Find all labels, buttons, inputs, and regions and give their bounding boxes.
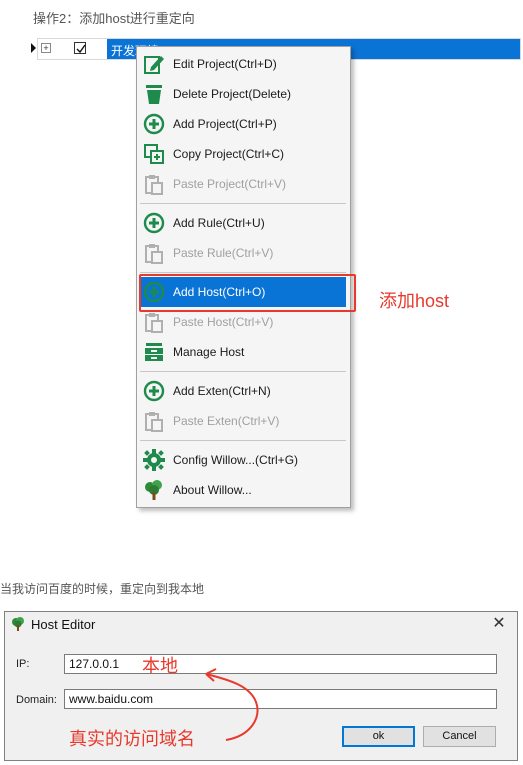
ip-label: IP: [16, 658, 30, 670]
menu-item-label: Add Rule(Ctrl+U) [173, 216, 265, 230]
row-pointer-icon [31, 43, 36, 53]
menu-item-about-willow[interactable]: About Willow... [140, 475, 346, 505]
menu-item-delete-project[interactable]: Delete Project(Delete) [140, 79, 346, 109]
cancel-button[interactable]: Cancel [423, 726, 496, 747]
dialog-title: Host Editor [31, 617, 96, 632]
copy-icon [143, 143, 165, 165]
menu-item-label: Copy Project(Ctrl+C) [173, 147, 285, 161]
project-checkbox[interactable] [74, 42, 86, 54]
willow-tree-icon [11, 617, 25, 631]
menu-item-paste-rule[interactable]: Paste Rule(Ctrl+V) [140, 238, 346, 268]
add-circle-icon [143, 380, 165, 402]
gear-icon [143, 449, 165, 471]
step-caption: 操作2：添加host进行重定向 [33, 11, 195, 26]
add-circle-icon [143, 113, 165, 135]
menu-item-add-project[interactable]: Add Project(Ctrl+P) [140, 109, 346, 139]
server-icon [143, 341, 165, 363]
menu-item-label: Add Exten(Ctrl+N) [173, 384, 271, 398]
menu-item-label: Config Willow...(Ctrl+G) [173, 453, 299, 467]
menu-separator [140, 440, 346, 441]
menu-item-config-willow[interactable]: Config Willow...(Ctrl+G) [140, 445, 346, 475]
annotation-arrow [205, 668, 259, 741]
menu-item-edit-project[interactable]: Edit Project(Ctrl+D) [140, 49, 346, 79]
menu-item-paste-project[interactable]: Paste Project(Ctrl+V) [140, 169, 346, 199]
menu-separator [140, 371, 346, 372]
menu-item-add-rule[interactable]: Add Rule(Ctrl+U) [140, 208, 346, 238]
annotation-add-host: 添加host [379, 291, 450, 311]
menu-item-label: Add Project(Ctrl+P) [173, 117, 277, 131]
domain-field[interactable]: www.baidu.com [64, 689, 497, 709]
add-circle-icon [143, 212, 165, 234]
menu-item-label: Manage Host [173, 345, 245, 359]
tree-icon [143, 479, 165, 501]
ip-field[interactable]: 127.0.0.1 [64, 654, 497, 674]
domain-label: Domain: [16, 694, 57, 706]
menu-item-label: Edit Project(Ctrl+D) [173, 57, 277, 71]
edit-icon [143, 53, 165, 75]
menu-separator [140, 203, 346, 204]
menu-item-add-exten[interactable]: Add Exten(Ctrl+N) [140, 376, 346, 406]
ok-button[interactable]: ok [342, 726, 415, 747]
annotation-local: 本地 [142, 656, 178, 676]
menu-item-copy-project[interactable]: Copy Project(Ctrl+C) [140, 139, 346, 169]
menu-item-manage-host[interactable]: Manage Host [140, 337, 346, 367]
annotation-real-domain: 真实的访问域名 [69, 729, 195, 749]
menu-item-label: Delete Project(Delete) [173, 87, 292, 101]
menu-separator [140, 272, 346, 273]
expand-icon[interactable]: + [41, 43, 51, 53]
menu-item-label: Paste Exten(Ctrl+V) [173, 414, 280, 428]
menu-item-label: Paste Host(Ctrl+V) [173, 315, 274, 329]
redirect-caption: 当我访问百度的时候，重定向到我本地 [0, 582, 205, 596]
menu-item-label: Paste Project(Ctrl+V) [173, 177, 287, 191]
menu-item-label: Paste Rule(Ctrl+V) [173, 246, 274, 260]
paste-icon [143, 410, 165, 432]
close-icon[interactable]: ✕ [489, 614, 509, 634]
menu-item-paste-exten[interactable]: Paste Exten(Ctrl+V) [140, 406, 346, 436]
trash-icon [143, 83, 165, 105]
paste-icon [143, 311, 165, 333]
menu-item-paste-host[interactable]: Paste Host(Ctrl+V) [140, 307, 346, 337]
paste-icon [143, 242, 165, 264]
paste-icon [143, 173, 165, 195]
menu-item-label: About Willow... [173, 483, 252, 497]
